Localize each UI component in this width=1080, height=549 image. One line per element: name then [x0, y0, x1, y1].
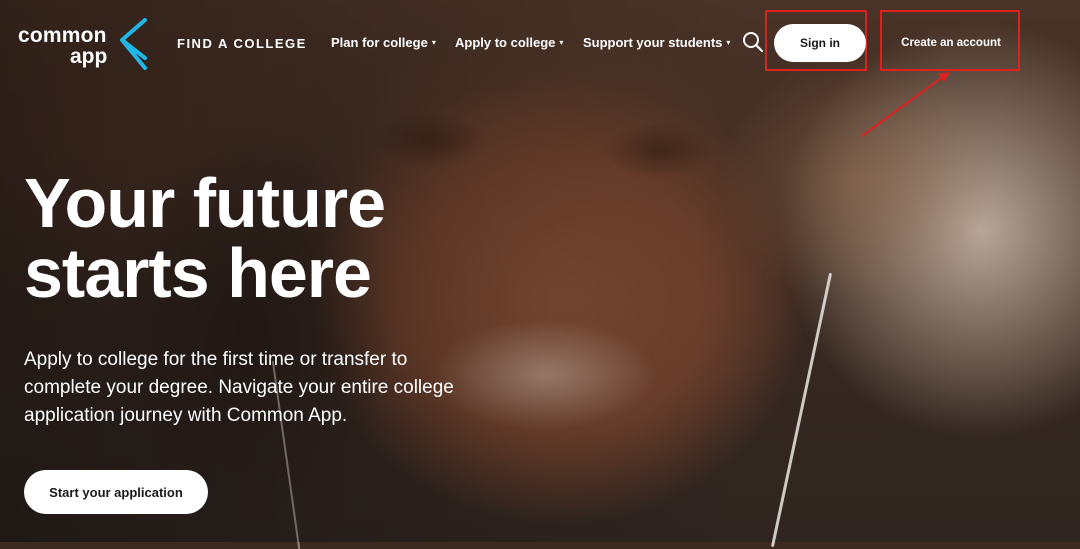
caret-down-icon: ▾ — [431, 38, 436, 47]
hero-headline: Your future starts here — [24, 168, 544, 308]
annotation-arrow-icon — [861, 72, 950, 137]
logo-text-app: app — [70, 45, 108, 68]
search-icon[interactable] — [742, 31, 764, 53]
create-account-button[interactable]: Create an account — [892, 33, 1010, 53]
headline-line-1: Your future — [24, 164, 386, 242]
caret-down-icon: ▾ — [726, 38, 731, 47]
nav-apply-to-college[interactable]: Apply to college ▾ — [455, 35, 563, 50]
nav-plan-for-college[interactable]: Plan for college ▾ — [331, 35, 436, 50]
hero-subcopy: Apply to college for the first time or t… — [24, 349, 454, 426]
nav-support-label: Support your students — [583, 35, 723, 50]
nav-support-your-students[interactable]: Support your students ▾ — [583, 35, 730, 50]
site-header: common app FIND A COLLEGE Plan for colle… — [0, 0, 1080, 137]
sign-in-button[interactable]: Sign in — [774, 24, 866, 62]
headline-line-2: starts here — [24, 234, 372, 312]
nav-plan-label: Plan for college — [331, 35, 428, 50]
common-app-logo[interactable]: common app — [18, 18, 158, 70]
nav-apply-label: Apply to college — [455, 35, 556, 50]
start-application-button[interactable]: Start your application — [24, 470, 208, 514]
common-app-mark-icon — [120, 18, 147, 70]
nav-find-a-college[interactable]: FIND A COLLEGE — [177, 36, 307, 51]
caret-down-icon: ▾ — [559, 38, 564, 47]
